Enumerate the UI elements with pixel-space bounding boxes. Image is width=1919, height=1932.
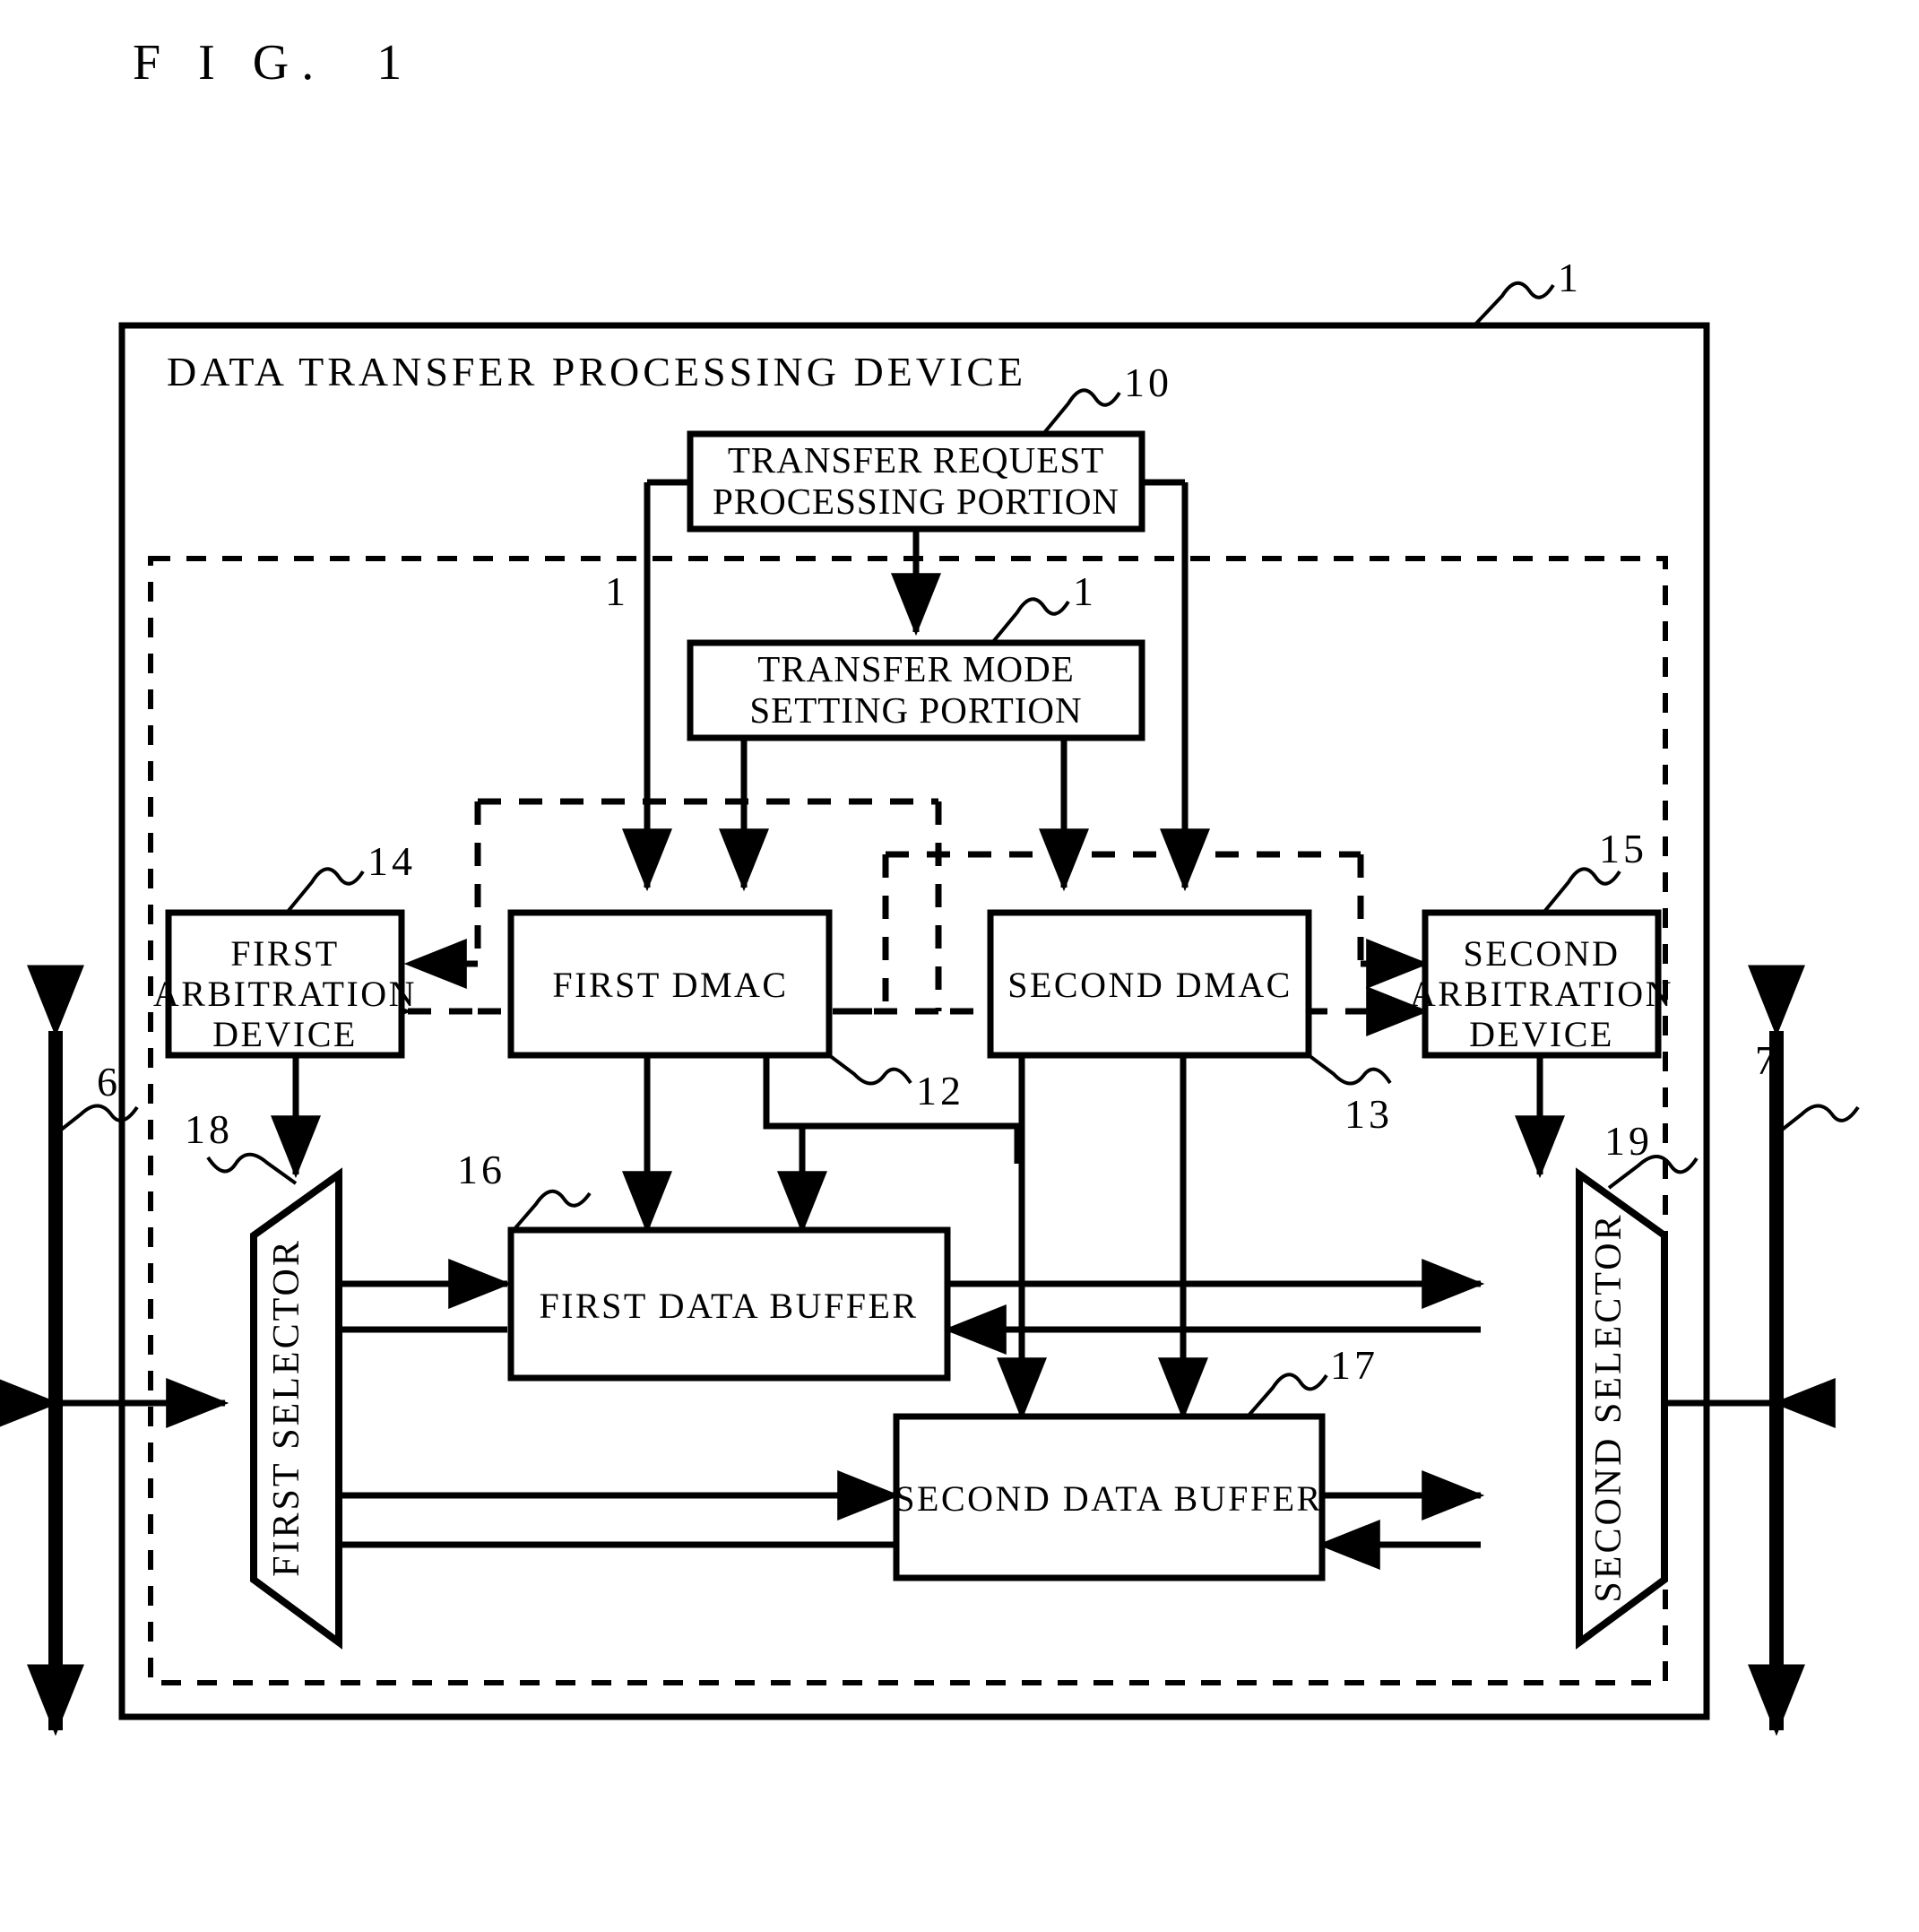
lead-line-16 [512, 1189, 592, 1232]
lead-line-15 [1542, 867, 1621, 914]
device-label: DATA TRANSFER PROCESSING DEVICE [167, 349, 1026, 394]
lead-line-10 [1042, 388, 1121, 436]
ref-13: 13 [1344, 1091, 1393, 1137]
second-arbitration-line1: SECOND [1463, 933, 1620, 974]
ref-11: 11 [605, 568, 1097, 614]
second-dmac-label: SECOND DMAC [1007, 965, 1292, 1005]
first-arbitration-line1: FIRST [230, 933, 339, 974]
ref-6: 6 [97, 1059, 121, 1105]
transfer-request-line1: TRANSFER REQUEST [728, 439, 1104, 481]
first-arbitration-line3: DEVICE [212, 1014, 358, 1054]
lead-line-14 [285, 867, 365, 914]
lead-line-7 [1775, 1104, 1860, 1136]
transfer-mode-line1: TRANSFER MODE [757, 648, 1075, 689]
second-selector-label: SECOND SELECTOR [1588, 1212, 1629, 1602]
ref-12: 12 [916, 1068, 964, 1113]
first-dmac-label: FIRST DMAC [552, 965, 788, 1005]
lead-line-18 [206, 1152, 298, 1185]
ref-14: 14 [367, 838, 416, 884]
lead-line-13 [1307, 1053, 1392, 1086]
ref-1: 1 [1558, 255, 1582, 300]
transfer-request-line2: PROCESSING PORTION [713, 481, 1119, 522]
first-arbitration-line2: ARBITRATION [153, 974, 417, 1014]
patent-figure-1: F I G. 1 DATA TRANSFER PROCESSING DEVICE… [0, 0, 1919, 1932]
first-data-buffer-label: FIRST DATA BUFFER [539, 1286, 918, 1326]
second-arbitration-line2: ARBITRATION [1410, 974, 1673, 1014]
figure-canvas: DATA TRANSFER PROCESSING DEVICE 1 TRANSF… [0, 255, 1860, 1737]
lead-line-11 [990, 597, 1070, 645]
ref-17: 17 [1330, 1342, 1379, 1388]
transfer-mode-line2: SETTING PORTION [749, 689, 1082, 731]
lead-line-17 [1246, 1373, 1328, 1418]
ref-18: 18 [185, 1106, 233, 1152]
second-arbitration-line3: DEVICE [1469, 1014, 1614, 1054]
ref-10: 10 [1124, 360, 1172, 405]
lead-line-12 [827, 1053, 912, 1086]
ref-19: 19 [1604, 1118, 1653, 1164]
first-selector-label: FIRST SELECTOR [266, 1238, 307, 1577]
lead-line-1 [1471, 281, 1555, 329]
second-data-buffer-label: SECOND DATA BUFFER [895, 1478, 1322, 1519]
ref-16: 16 [457, 1147, 506, 1192]
ref-7: 7 [1755, 1037, 1779, 1083]
ref-15: 15 [1599, 826, 1647, 871]
